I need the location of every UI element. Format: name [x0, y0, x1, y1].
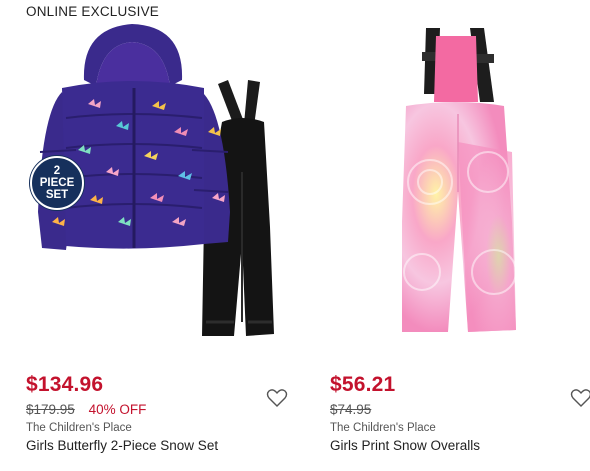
product-card-butterfly-snow-set[interactable]: ONLINE EXCLUSIVE 2 PIECE SET $134.96 $17…: [22, 0, 302, 471]
tie-dye-snow-overalls-image: [402, 28, 517, 332]
badge-line-number: 2: [53, 165, 61, 177]
heart-icon[interactable]: [570, 388, 590, 408]
product-image-print-snow-overalls[interactable]: [326, 22, 590, 352]
product-name-link[interactable]: Girls Butterfly 2-Piece Snow Set: [26, 438, 218, 453]
two-piece-set-badge: 2 PIECE SET: [30, 156, 84, 210]
product-name-link[interactable]: Girls Print Snow Overalls: [330, 438, 480, 453]
product-card-print-snow-overalls[interactable]: $56.21 $74.95 The Children's Place Girls…: [326, 0, 590, 471]
original-price: $179.95: [26, 402, 75, 417]
brand-name: The Children's Place: [330, 422, 436, 434]
badge-line-piece: PIECE: [39, 177, 75, 189]
brand-name: The Children's Place: [26, 422, 132, 434]
butterfly-jacket-image: [38, 24, 230, 250]
price-row: $74.95: [330, 402, 371, 417]
price-row: $179.95 40% OFF: [26, 402, 146, 417]
original-price: $74.95: [330, 402, 372, 417]
discount-label: 40% OFF: [88, 402, 147, 417]
sale-price: $134.96: [26, 373, 104, 396]
heart-icon[interactable]: [266, 388, 288, 408]
online-exclusive-tag: ONLINE EXCLUSIVE: [26, 4, 159, 19]
sale-price: $56.21: [330, 373, 396, 396]
badge-line-set: SET: [45, 189, 69, 201]
